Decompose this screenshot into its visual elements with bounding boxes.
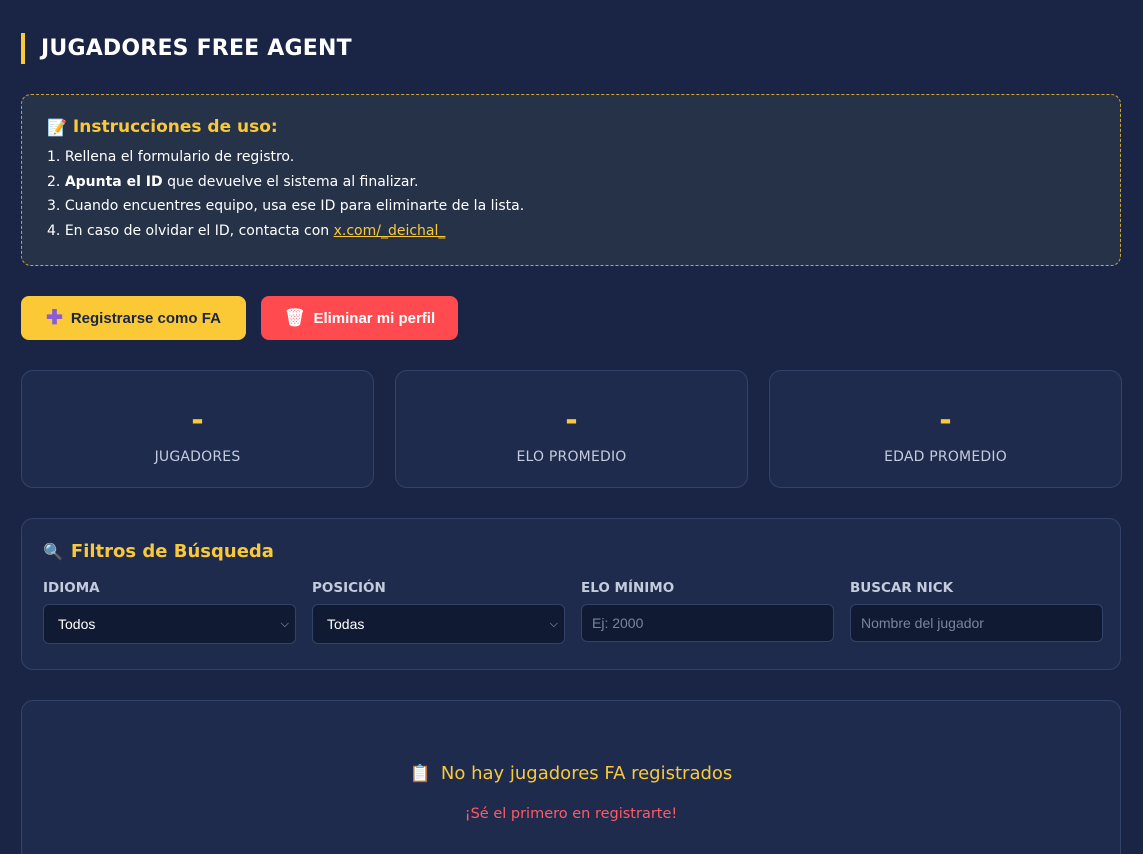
filter-language: IDIOMA Todos ⌵	[43, 580, 296, 644]
min-elo-input[interactable]	[592, 615, 827, 631]
chevron-down-icon: ⌵	[549, 617, 558, 630]
nick-search-input[interactable]	[861, 615, 1096, 631]
position-select[interactable]: Todas ⌵	[312, 604, 565, 644]
register-button-label: Registrarse como FA	[70, 309, 221, 327]
filters-panel: 🔍 Filtros de Búsqueda IDIOMA Todos ⌵ POS…	[21, 518, 1121, 670]
empty-state-subtitle: ¡Sé el primero en registrarte!	[464, 806, 678, 822]
filters-title: Filtros de Búsqueda	[70, 541, 274, 562]
instruction-step-1: 1. Rellena el formulario de registro.	[47, 149, 295, 165]
instruction-step-3: 3. Cuando encuentres equipo, usa ese ID …	[47, 198, 525, 214]
instructions-list: 1. Rellena el formulario de registro. 2.…	[47, 145, 1096, 243]
memo-icon: 📝	[47, 117, 67, 137]
page: JUGADORES FREE AGENT 📝 Instrucciones de …	[0, 0, 1143, 854]
clipboard-icon: 📋	[409, 763, 431, 784]
magnifier-icon: 🔍	[43, 542, 63, 561]
language-label: IDIOMA	[43, 580, 100, 596]
instructions-panel: 📝 Instrucciones de uso: 1. Rellena el fo…	[21, 94, 1121, 266]
plus-icon: ✚	[46, 307, 63, 329]
min-elo-label: ELO MÍNIMO	[581, 580, 675, 596]
filter-position: POSICIÓN Todas ⌵	[312, 580, 565, 644]
stat-label: ELO PROMEDIO	[516, 449, 627, 465]
empty-state-title: 📋 No hay jugadores FA registrados	[410, 763, 733, 784]
stat-value: -	[565, 403, 578, 438]
chevron-down-icon: ⌵	[280, 617, 289, 630]
position-label: POSICIÓN	[312, 580, 386, 596]
instructions-title: Instrucciones de uso:	[72, 117, 278, 137]
stats-row: - JUGADORES - ELO PROMEDIO - EDAD PROMED…	[21, 370, 1122, 488]
filter-grid: IDIOMA Todos ⌵ POSICIÓN Todas ⌵ ELO MÍNI…	[43, 580, 1103, 644]
nick-field-wrap	[850, 604, 1103, 642]
stat-value: -	[191, 403, 204, 438]
stat-card-players: - JUGADORES	[21, 370, 374, 488]
stat-value: -	[939, 403, 952, 438]
language-select[interactable]: Todos ⌵	[43, 604, 296, 644]
page-title-bar: JUGADORES FREE AGENT	[21, 33, 352, 64]
delete-button-label: Eliminar mi perfil	[313, 309, 436, 327]
register-button[interactable]: ✚ Registrarse como FA	[21, 296, 246, 340]
stat-label: EDAD PROMEDIO	[884, 449, 1007, 465]
stat-card-age: - EDAD PROMEDIO	[769, 370, 1122, 488]
players-list-panel: 📋 No hay jugadores FA registrados ¡Sé el…	[21, 700, 1121, 854]
min-elo-field-wrap	[581, 604, 834, 642]
filter-min-elo: ELO MÍNIMO	[581, 580, 834, 644]
instruction-step-4: 4. En caso de olvidar el ID, contacta co…	[47, 222, 446, 239]
nick-search-label: BUSCAR NICK	[850, 580, 954, 596]
stat-card-elo: - ELO PROMEDIO	[395, 370, 748, 488]
page-title: JUGADORES FREE AGENT	[41, 36, 352, 61]
language-select-value: Todos	[58, 616, 96, 632]
instruction-step-2: 2. Apunta el ID que devuelve el sistema …	[47, 173, 419, 190]
contact-link[interactable]: x.com/_deichal_	[334, 223, 446, 239]
filter-nick: BUSCAR NICK	[850, 580, 1103, 644]
trash-icon: 🗑	[283, 308, 306, 327]
filters-header: 🔍 Filtros de Búsqueda	[43, 541, 1100, 562]
action-buttons: ✚ Registrarse como FA 🗑 Eliminar mi perf…	[21, 296, 458, 340]
position-select-value: Todas	[327, 616, 365, 632]
instructions-header: 📝 Instrucciones de uso:	[47, 117, 1096, 137]
delete-profile-button[interactable]: 🗑 Eliminar mi perfil	[261, 296, 458, 340]
instruction-emphasis: Apunta el ID	[64, 173, 163, 190]
stat-label: JUGADORES	[154, 449, 241, 465]
empty-state-text: No hay jugadores FA registrados	[440, 763, 733, 784]
